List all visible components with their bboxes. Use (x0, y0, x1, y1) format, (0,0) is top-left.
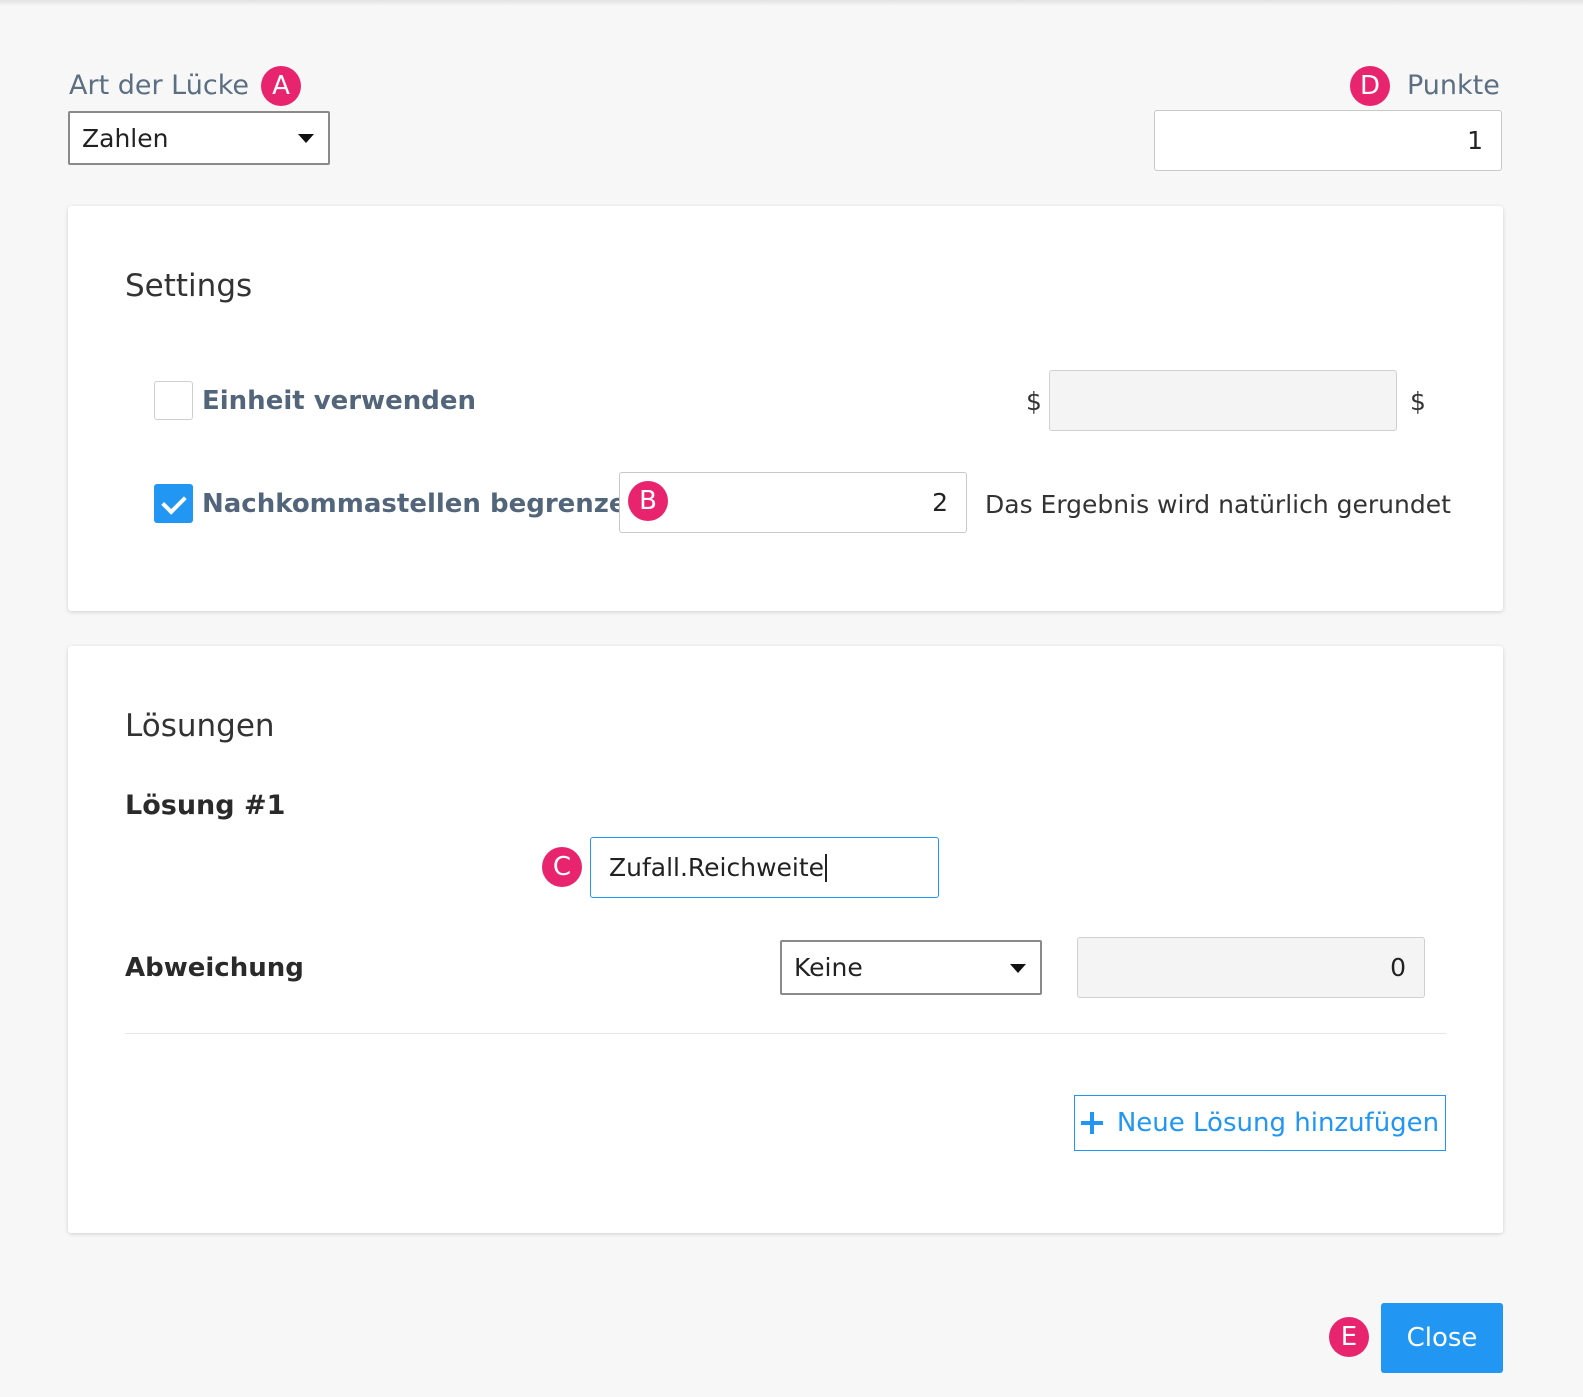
badge-b: B (628, 481, 668, 521)
use-unit-label: Einheit verwenden (202, 386, 477, 416)
rounding-note: Das Ergebnis wird natürlich gerundet (985, 490, 1451, 519)
unit-suffix: $ (1410, 387, 1426, 416)
deviation-type-select[interactable]: Keine (780, 940, 1042, 995)
text-cursor (825, 853, 828, 882)
gap-type-select[interactable]: Zahlen (68, 111, 330, 165)
add-solution-label: Neue Lösung hinzufügen (1116, 1108, 1440, 1138)
use-unit-checkbox[interactable] (154, 381, 193, 420)
points-label: Punkte (1407, 70, 1500, 101)
gap-type-value: Zahlen (82, 123, 169, 153)
solution-heading: Lösung #1 (125, 790, 286, 821)
unit-prefix: $ (1026, 387, 1042, 416)
deviation-value-input[interactable]: 0 (1077, 937, 1425, 998)
divider (125, 1033, 1446, 1034)
badge-a: A (261, 66, 301, 106)
settings-card: Settings Einheit verwenden $ $ Nachkomma… (68, 206, 1503, 611)
decimals-input[interactable]: 2 (619, 472, 967, 533)
deviation-value: 0 (1390, 953, 1406, 982)
top-shadow (0, 0, 1583, 6)
decimals-value: 2 (932, 488, 948, 517)
limit-decimals-label: Nachkommastellen begrenzen (202, 489, 646, 519)
badge-c: C (542, 847, 582, 887)
solution-input[interactable]: Zufall.Reichweite (590, 837, 939, 898)
points-input[interactable]: 1 (1154, 110, 1502, 171)
points-value: 1 (1467, 126, 1483, 155)
limit-decimals-checkbox[interactable] (154, 484, 193, 523)
solutions-card: Lösungen Lösung #1 Zufall.Reichweite Abw… (68, 646, 1503, 1233)
deviation-type-value: Keine (794, 953, 863, 982)
unit-input[interactable] (1049, 370, 1397, 431)
close-button[interactable]: Close (1381, 1303, 1503, 1373)
settings-title: Settings (125, 268, 253, 304)
solutions-title: Lösungen (125, 708, 275, 744)
chevron-down-icon (298, 134, 314, 143)
plus-icon (1080, 1112, 1103, 1134)
badge-e: E (1329, 1317, 1369, 1357)
solution-value: Zufall.Reichweite (609, 853, 825, 882)
chevron-down-icon (1010, 963, 1026, 973)
deviation-label: Abweichung (125, 953, 304, 983)
badge-d: D (1350, 66, 1390, 106)
add-solution-button[interactable]: Neue Lösung hinzufügen (1074, 1095, 1446, 1151)
gap-type-label: Art der Lücke (69, 70, 249, 101)
